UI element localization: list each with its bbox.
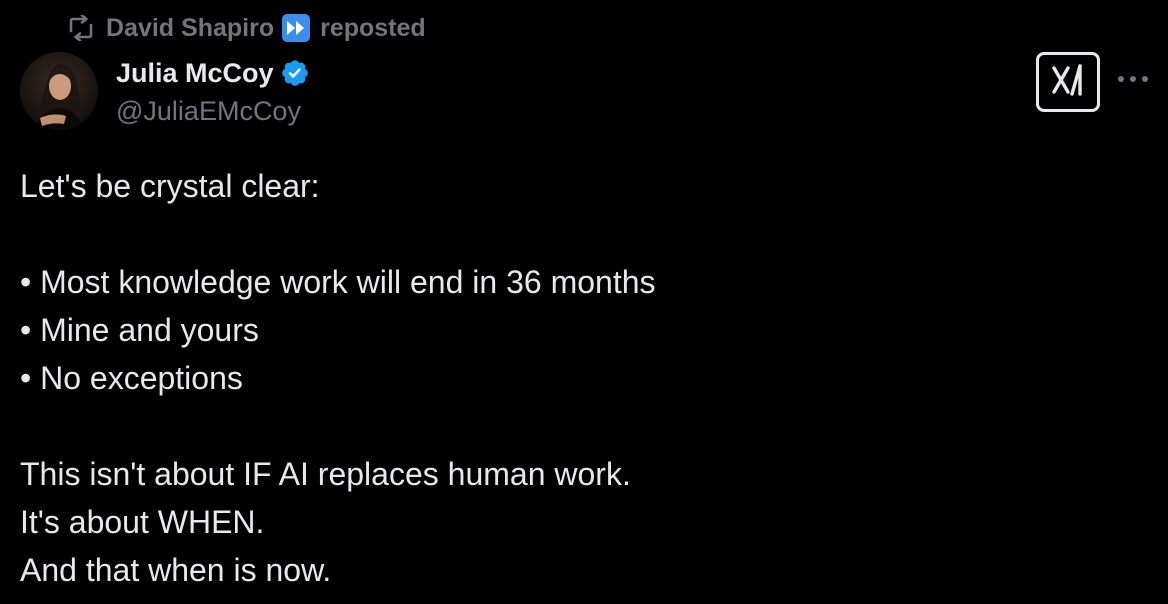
tweet-closing-line: And that when is now. [20, 552, 332, 588]
tweet-closing-line: It's about WHEN. [20, 504, 265, 540]
tweet-bullet: • Most knowledge work will end in 36 mon… [20, 264, 656, 300]
more-options-button[interactable] [1115, 64, 1151, 94]
repost-icon [66, 13, 96, 43]
tweet-bullet: • Mine and yours [20, 312, 259, 348]
grok-button[interactable] [1036, 52, 1100, 112]
more-options-icon [1117, 70, 1149, 88]
tweet-bullet: • No exceptions [20, 360, 243, 396]
repost-header: David Shapiro reposted [66, 10, 426, 46]
avatar[interactable] [20, 52, 98, 130]
reposter-name[interactable]: David Shapiro [106, 14, 274, 43]
grok-icon [1050, 63, 1086, 101]
tweet-text: Let's be crystal clear: • Most knowledge… [20, 162, 1140, 594]
author-handle[interactable]: @JuliaEMcCoy [116, 92, 310, 130]
tweet-intro: Let's be crystal clear: [20, 168, 320, 204]
author-block: Julia McCoy @JuliaEMcCoy [116, 54, 310, 130]
tweet-closing-line: This isn't about IF AI replaces human wo… [20, 456, 631, 492]
author-name-row: Julia McCoy [116, 54, 310, 92]
verified-badge-icon[interactable] [280, 58, 310, 88]
reposter-link[interactable]: David Shapiro [106, 14, 311, 43]
repost-label: reposted [320, 13, 426, 42]
author-display-name[interactable]: Julia McCoy [116, 58, 274, 89]
fast-forward-icon [282, 14, 311, 42]
